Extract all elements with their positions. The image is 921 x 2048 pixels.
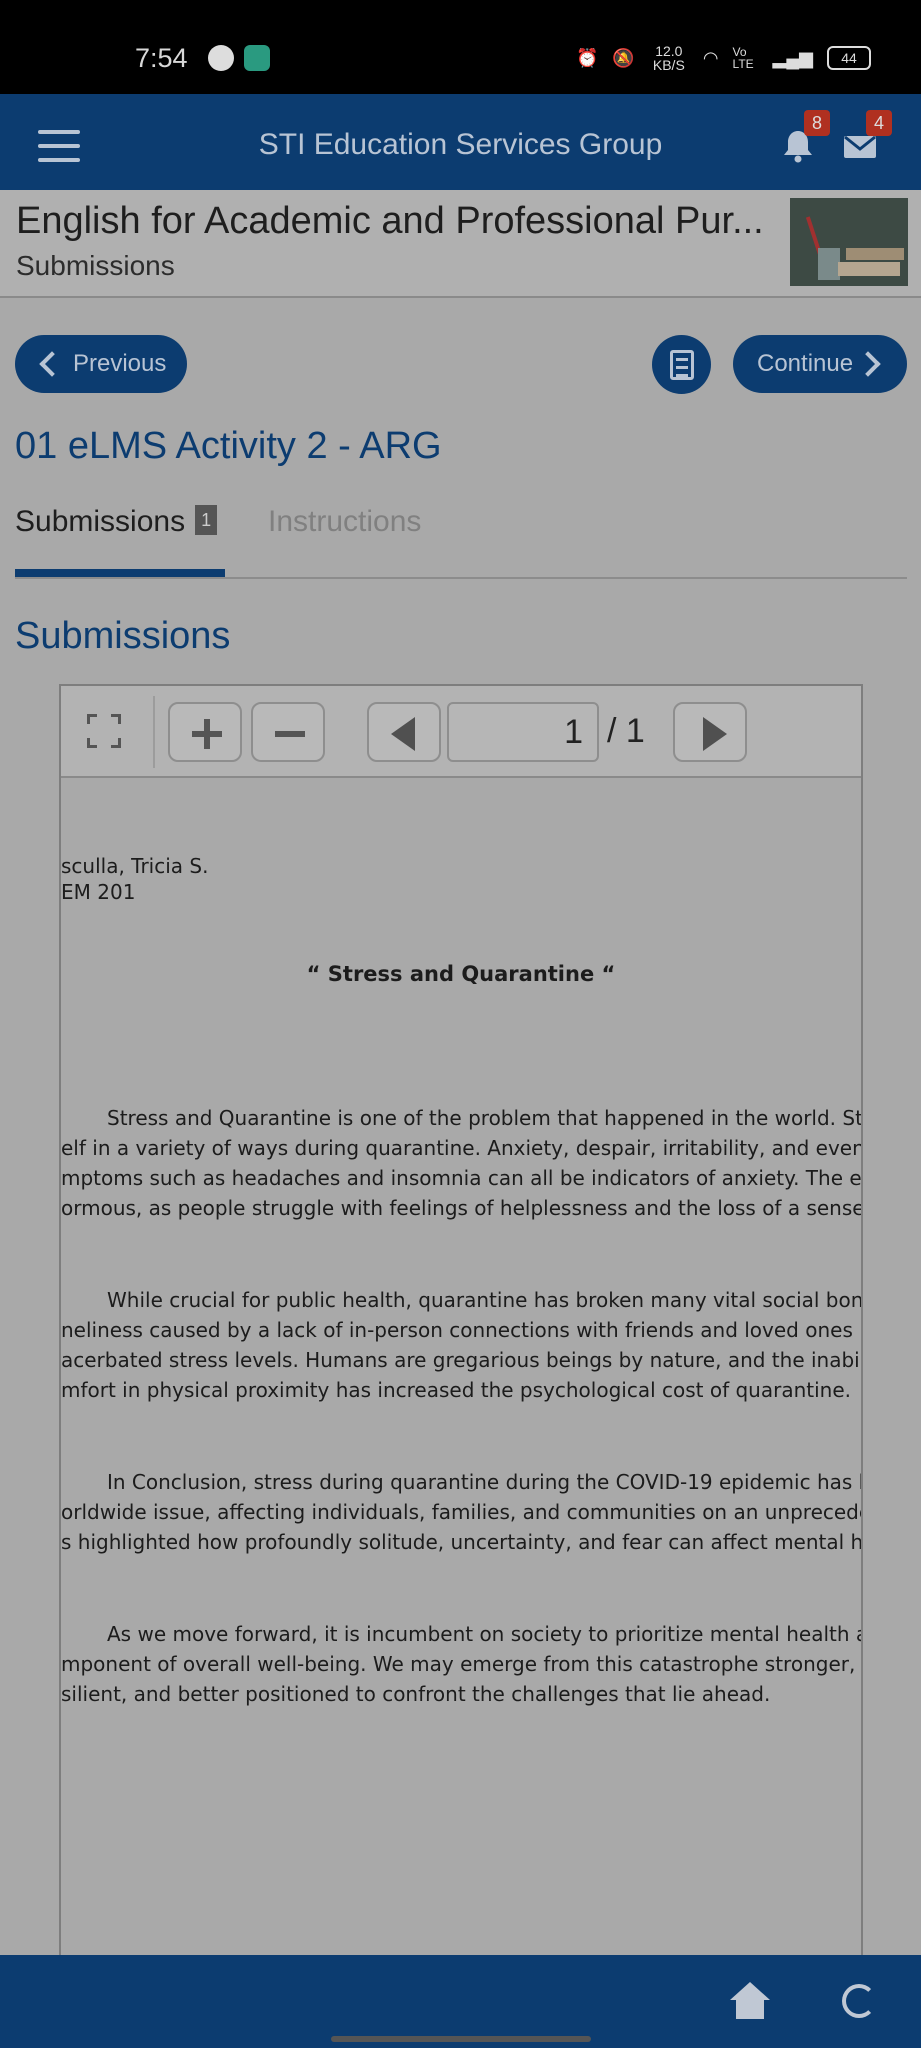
section-title: Submissions (15, 615, 231, 657)
tab-instructions[interactable]: Instructions (268, 505, 421, 539)
tab-submissions[interactable]: Submissions 1 (15, 505, 218, 539)
paragraph-line: elf in a variety of ways during quaranti… (61, 1136, 863, 1160)
wifi-icon: ◠ (702, 47, 719, 68)
active-tab-indicator (15, 569, 225, 577)
document-page: sculla, Tricia S. EM 201 “ Stress and Qu… (61, 780, 863, 1962)
page-total: / 1 (607, 712, 645, 750)
paragraph-line: While crucial for public health, quarant… (107, 1288, 863, 1312)
activity-title: 01 eLMS Activity 2 - ARG (15, 425, 442, 467)
status-bar: 7:54 ⏰ 🔕 12.0 KB/S ◠ Vo LTE ▂▄▆ 44 (0, 0, 921, 94)
paragraph-line: s highlighted how profoundly solitude, u… (61, 1530, 863, 1554)
previous-page-button[interactable] (367, 702, 441, 762)
messages-badge: 4 (866, 110, 892, 136)
mute-icon: 🔕 (612, 47, 635, 68)
triangle-right-icon (703, 717, 727, 751)
continue-label: Continue (757, 350, 854, 377)
fullscreen-icon[interactable] (87, 714, 121, 748)
messenger-icon (208, 45, 234, 71)
notebook-icon (670, 350, 694, 380)
toolbar-divider (153, 696, 155, 768)
chevron-right-icon (855, 351, 881, 377)
course-subtitle: Submissions (16, 250, 175, 281)
document-heading: “ Stress and Quarantine “ (306, 962, 616, 986)
page-number-input[interactable]: 1 (447, 702, 599, 762)
notes-button[interactable] (652, 335, 711, 394)
paragraph-line: As we move forward, it is incumbent on s… (107, 1622, 863, 1646)
paragraph-line: silient, and better positioned to confro… (61, 1682, 771, 1706)
paragraph-line: ormous, as people struggle with feelings… (61, 1196, 863, 1220)
viewer-toolbar: 1 / 1 (61, 686, 861, 778)
chevron-left-icon (39, 351, 65, 377)
notifications-button[interactable]: 8 (780, 110, 830, 169)
document-viewer[interactable]: 1 / 1 sculla, Tricia S. EM 201 “ Stress … (59, 684, 863, 1964)
signal-icon: ▂▄▆ (772, 47, 813, 68)
paragraph-line: mptoms such as headaches and insomnia ca… (61, 1166, 863, 1190)
messages-button[interactable]: 4 (842, 110, 892, 169)
student-name: sculla, Tricia S. (61, 854, 209, 878)
battery-icon: 44 (827, 46, 871, 70)
paragraph-line: Stress and Quarantine is one of the prob… (107, 1106, 863, 1130)
notifications-badge: 8 (804, 110, 830, 136)
paragraph-line: In Conclusion, stress during quarantine … (107, 1470, 863, 1494)
status-time: 7:54 (135, 43, 188, 73)
course-thumbnail (790, 198, 908, 286)
previous-label: Previous (73, 350, 167, 377)
bottom-bar (0, 1955, 921, 2048)
network-speed: 12.0 KB/S (652, 43, 685, 73)
zoom-in-button[interactable] (168, 702, 242, 762)
paragraph-line: mfort in physical proximity has increase… (61, 1378, 851, 1402)
paragraph-line: neliness caused by a lack of in-person c… (61, 1318, 863, 1342)
status-icons: ⏰ 🔕 12.0 KB/S ◠ Vo LTE ▂▄▆ 44 (576, 44, 871, 72)
paragraph-line: acerbated stress levels. Humans are greg… (61, 1348, 863, 1372)
paragraph-line: orldwide issue, affecting individuals, f… (61, 1500, 863, 1524)
tab-submissions-label: Submissions (15, 505, 186, 538)
student-class: EM 201 (61, 880, 136, 904)
network-label: Vo LTE (732, 45, 754, 71)
next-page-button[interactable] (673, 702, 747, 762)
minus-icon (275, 731, 305, 737)
app-icon (244, 45, 270, 71)
home-icon[interactable] (730, 1982, 770, 2022)
course-title: English for Academic and Professional Pu… (16, 200, 764, 242)
tabs-divider (15, 577, 907, 579)
home-indicator[interactable] (331, 2036, 591, 2042)
previous-button[interactable]: Previous (15, 335, 187, 393)
refresh-icon[interactable] (842, 1984, 876, 2018)
triangle-left-icon (391, 717, 415, 751)
paragraph-line: mponent of overall well-being. We may em… (61, 1652, 863, 1676)
alarm-icon: ⏰ (575, 47, 599, 68)
continue-button[interactable]: Continue (733, 335, 907, 393)
zoom-out-button[interactable] (251, 702, 325, 762)
submissions-count-badge: 1 (195, 505, 218, 535)
